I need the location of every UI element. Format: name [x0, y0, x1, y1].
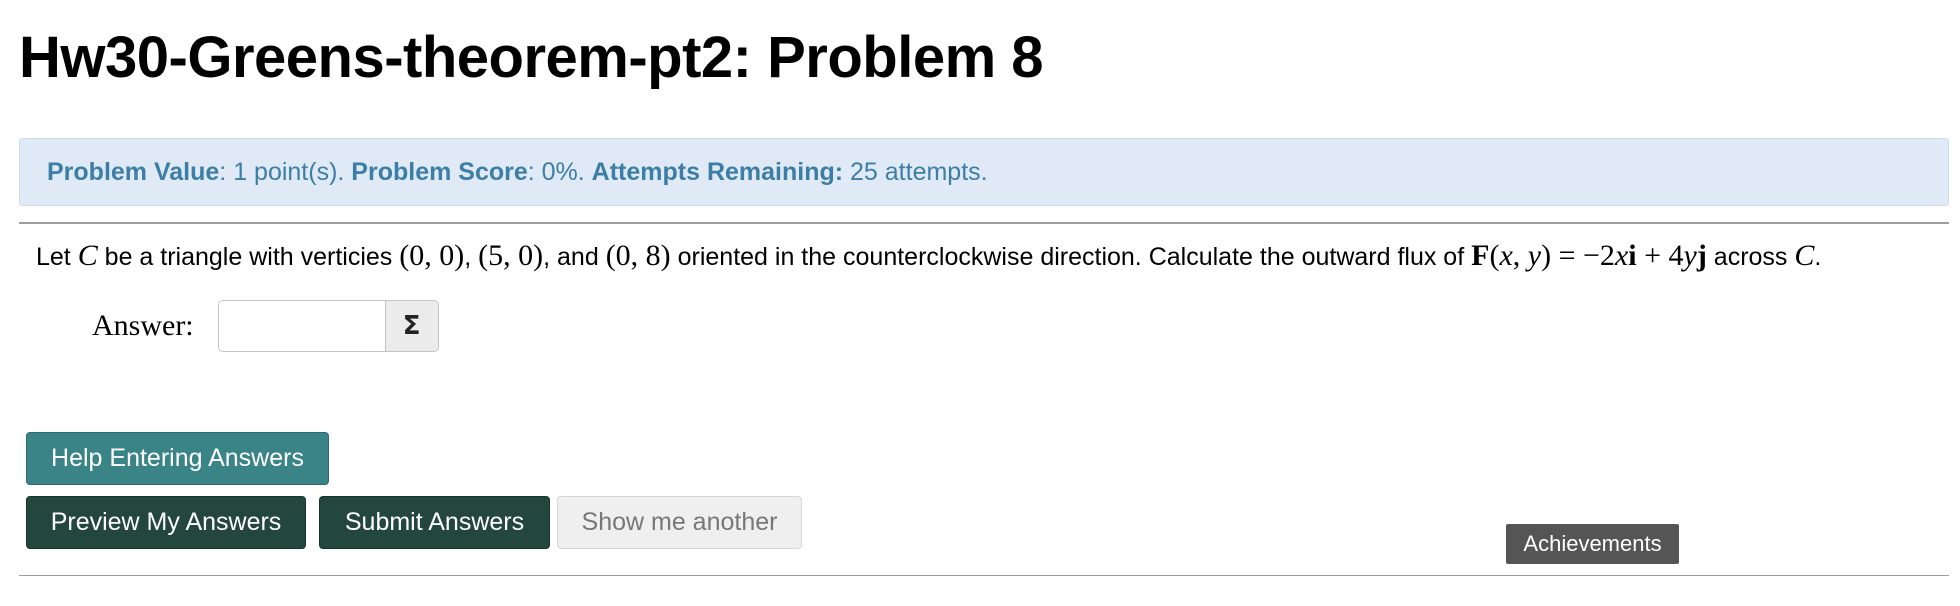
top-divider [19, 222, 1949, 224]
problem-value-text: : 1 point(s). [219, 158, 352, 186]
answer-row: Answer: Σ [92, 299, 439, 353]
equation-editor-sigma-icon[interactable]: Σ [384, 301, 438, 351]
problem-text-3: , [464, 243, 479, 271]
problem-text-7: . [1814, 243, 1822, 271]
problem-text-1: Let [36, 243, 78, 271]
problem-text-2: be a triangle with verticies [97, 243, 400, 271]
page-title: Hw30-Greens-theorem-pt2: Problem 8 [19, 25, 1044, 90]
problem-value-label: Problem Value [47, 158, 220, 186]
answer-label: Answer: [92, 309, 194, 342]
math-vertex-1: (0, 0) [399, 239, 465, 272]
problem-score-label: Problem Score [351, 158, 528, 186]
submit-answers-button[interactable]: Submit Answers [319, 496, 550, 549]
math-vector-field: F(x, y) = −2xi + 4yj [1471, 239, 1707, 272]
achievements-button[interactable]: Achievements [1506, 524, 1679, 564]
math-curve-c-2: C [1794, 239, 1815, 272]
attempts-remaining-label: Attempts Remaining: [591, 158, 844, 186]
attempts-remaining-text: 25 attempts. [843, 158, 988, 186]
problem-info-banner: Problem Value: 1 point(s). Problem Score… [19, 138, 1949, 206]
math-vertex-3: (0, 8) [605, 239, 671, 272]
math-curve-c: C [77, 239, 98, 272]
answer-input[interactable] [218, 301, 385, 351]
math-vertex-2: (5, 0) [478, 239, 544, 272]
answer-input-group: Σ [217, 300, 439, 352]
problem-score-text: : 0%. [527, 158, 592, 186]
problem-statement: Let C be a triangle with verticies (0, 0… [36, 236, 1821, 277]
preview-answers-button[interactable]: Preview My Answers [26, 496, 306, 549]
show-me-another-button[interactable]: Show me another [557, 496, 802, 549]
bottom-divider [19, 575, 1949, 576]
problem-text-5: oriented in the counterclockwise directi… [670, 243, 1472, 271]
problem-text-6: across [1706, 243, 1795, 271]
problem-text-4: , and [543, 243, 606, 271]
help-entering-answers-button[interactable]: Help Entering Answers [26, 432, 329, 485]
